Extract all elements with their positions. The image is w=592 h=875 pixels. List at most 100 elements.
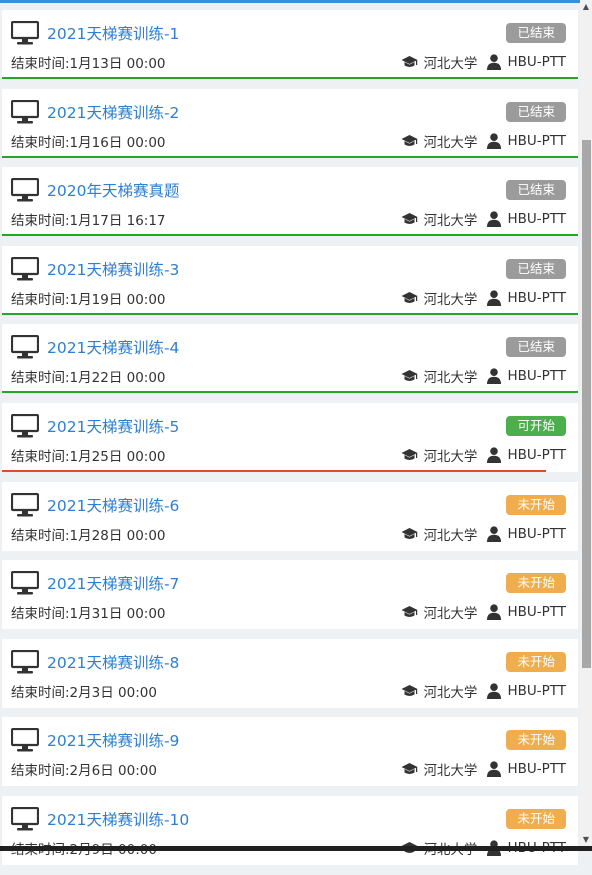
school-name: 河北大学	[423, 370, 478, 387]
contest-title[interactable]: 2021天梯赛训练-5	[47, 415, 506, 437]
monitor-icon	[11, 806, 39, 831]
school-name: 河北大学	[423, 527, 478, 544]
graduation-cap-icon	[401, 56, 418, 67]
contest-title[interactable]: 2021天梯赛训练-8	[47, 651, 506, 673]
school-name: 河北大学	[423, 291, 478, 308]
user-icon	[487, 761, 502, 778]
user-icon	[487, 211, 502, 228]
progress-line	[2, 155, 578, 158]
contest-end-time: 结束时间:1月25日 00:00	[11, 448, 166, 465]
monitor-icon	[11, 649, 39, 674]
scrollbar-thumb[interactable]	[582, 140, 591, 668]
status-badge: 未开始	[506, 730, 566, 751]
contest-title[interactable]: 2021天梯赛训练-1	[47, 22, 506, 44]
contest-end-time: 结束时间:1月13日 00:00	[11, 56, 166, 72]
contest-title[interactable]: 2021天梯赛训练-6	[47, 494, 506, 516]
contest-card[interactable]: 2021天梯赛训练-2 已结束 结束时间:1月16日 00:00 河北大学 HB…	[2, 88, 578, 158]
progress-line	[2, 391, 578, 394]
graduation-cap-icon	[401, 291, 418, 303]
user-icon	[487, 132, 502, 149]
user-icon	[487, 54, 502, 70]
graduation-cap-icon	[401, 606, 418, 618]
status-badge: 未开始	[506, 651, 566, 672]
user-icon	[487, 290, 502, 306]
monitor-icon	[11, 492, 39, 517]
contest-card[interactable]: 2021天梯赛训练-3 已结束 结束时间:1月19日 00:00 河北大学 HB…	[2, 245, 578, 315]
user-name: HBU-PTT	[507, 761, 566, 778]
user-name: HBU-PTT	[507, 525, 566, 542]
contest-title[interactable]: 2021天梯赛训练-4	[47, 336, 506, 358]
user-name: HBU-PTT	[507, 54, 566, 70]
graduation-cap-icon	[401, 213, 418, 225]
status-badge: 可开始	[506, 415, 566, 436]
scroll-down-arrow[interactable]: ▼	[582, 835, 590, 845]
contest-title[interactable]: 2021天梯赛训练-10	[47, 808, 506, 830]
contest-title[interactable]: 2021天梯赛训练-7	[47, 572, 506, 594]
scroll-up-arrow[interactable]: ▲	[582, 2, 590, 12]
contest-title[interactable]: 2020年天梯赛真题	[47, 179, 506, 201]
contest-title[interactable]: 2021天梯赛训练-9	[47, 729, 506, 751]
status-badge: 未开始	[506, 494, 566, 515]
top-accent-bar	[0, 0, 580, 3]
contest-end-time: 结束时间:1月28日 00:00	[11, 527, 166, 544]
contest-end-time: 结束时间:1月16日 00:00	[11, 134, 166, 151]
graduation-cap-icon	[401, 684, 418, 696]
graduation-cap-icon	[401, 448, 418, 460]
status-badge: 未开始	[506, 573, 566, 594]
contest-end-time: 结束时间:1月22日 00:00	[11, 370, 166, 387]
status-badge: 已结束	[506, 101, 566, 122]
user-name: HBU-PTT	[507, 368, 566, 385]
monitor-icon	[11, 571, 39, 595]
monitor-icon	[11, 335, 39, 359]
school-name: 河北大学	[423, 56, 478, 72]
monitor-icon	[11, 728, 39, 752]
contest-title[interactable]: 2021天梯赛训练-3	[47, 258, 506, 280]
user-name: HBU-PTT	[507, 682, 566, 699]
contest-card[interactable]: 2021天梯赛训练-1 已结束 结束时间:1月13日 00:00 河北大学 HB…	[2, 10, 578, 79]
user-icon	[487, 683, 502, 699]
status-badge: 已结束	[506, 23, 566, 43]
user-icon	[487, 604, 502, 621]
contest-list: 2021天梯赛训练-1 已结束 结束时间:1月13日 00:00 河北大学 HB…	[2, 10, 578, 875]
contest-card[interactable]: 2020年天梯赛真题 已结束 结束时间:1月17日 16:17 河北大学 HBU…	[2, 167, 578, 237]
contest-end-time: 结束时间:1月19日 00:00	[11, 291, 166, 308]
graduation-cap-icon	[401, 763, 418, 775]
user-icon	[487, 447, 502, 463]
contest-end-time: 结束时间:2月3日 00:00	[11, 684, 157, 701]
contest-end-time: 结束时间:1月17日 16:17	[11, 213, 166, 230]
status-badge: 已结束	[506, 180, 566, 201]
monitor-icon	[11, 256, 39, 281]
progress-line	[2, 77, 578, 79]
contest-card[interactable]: 2021天梯赛训练-5 可开始 结束时间:1月25日 00:00 河北大学 HB…	[2, 402, 578, 472]
contest-card[interactable]: 2021天梯赛训练-4 已结束 结束时间:1月22日 00:00 河北大学 HB…	[2, 324, 578, 394]
contest-card[interactable]: 2021天梯赛训练-9 未开始 结束时间:2月6日 00:00 河北大学 HBU…	[2, 717, 578, 787]
status-badge: 未开始	[506, 808, 566, 829]
contest-card[interactable]: 2021天梯赛训练-10 未开始 结束时间:2月9日 00:00 河北大学 HB…	[2, 795, 578, 865]
contest-title[interactable]: 2021天梯赛训练-2	[47, 101, 506, 123]
school-name: 河北大学	[423, 213, 478, 230]
monitor-icon	[11, 178, 39, 202]
user-icon	[487, 525, 502, 542]
user-name: HBU-PTT	[507, 446, 566, 463]
progress-line	[2, 312, 578, 315]
user-name: HBU-PTT	[507, 604, 566, 621]
progress-line	[2, 234, 578, 237]
graduation-cap-icon	[401, 527, 418, 539]
monitor-icon	[11, 413, 39, 438]
scrollbar[interactable]: ▲ ▼	[580, 0, 592, 851]
monitor-icon	[11, 21, 39, 45]
contest-end-time: 结束时间:2月6日 00:00	[11, 763, 157, 780]
school-name: 河北大学	[423, 134, 478, 151]
school-name: 河北大学	[423, 763, 478, 780]
contest-card[interactable]: 2021天梯赛训练-6 未开始 结束时间:1月28日 00:00 河北大学 HB…	[2, 481, 578, 551]
graduation-cap-icon	[401, 134, 418, 146]
status-badge: 已结束	[506, 337, 566, 358]
contest-end-time: 结束时间:1月31日 00:00	[11, 606, 166, 623]
school-name: 河北大学	[423, 684, 478, 701]
user-name: HBU-PTT	[507, 211, 566, 228]
graduation-cap-icon	[401, 370, 418, 382]
status-badge: 已结束	[506, 258, 566, 279]
contest-card[interactable]: 2021天梯赛训练-7 未开始 结束时间:1月31日 00:00 河北大学 HB…	[2, 560, 578, 630]
user-name: HBU-PTT	[507, 289, 566, 306]
contest-card[interactable]: 2021天梯赛训练-8 未开始 结束时间:2月3日 00:00 河北大学 HBU…	[2, 638, 578, 708]
